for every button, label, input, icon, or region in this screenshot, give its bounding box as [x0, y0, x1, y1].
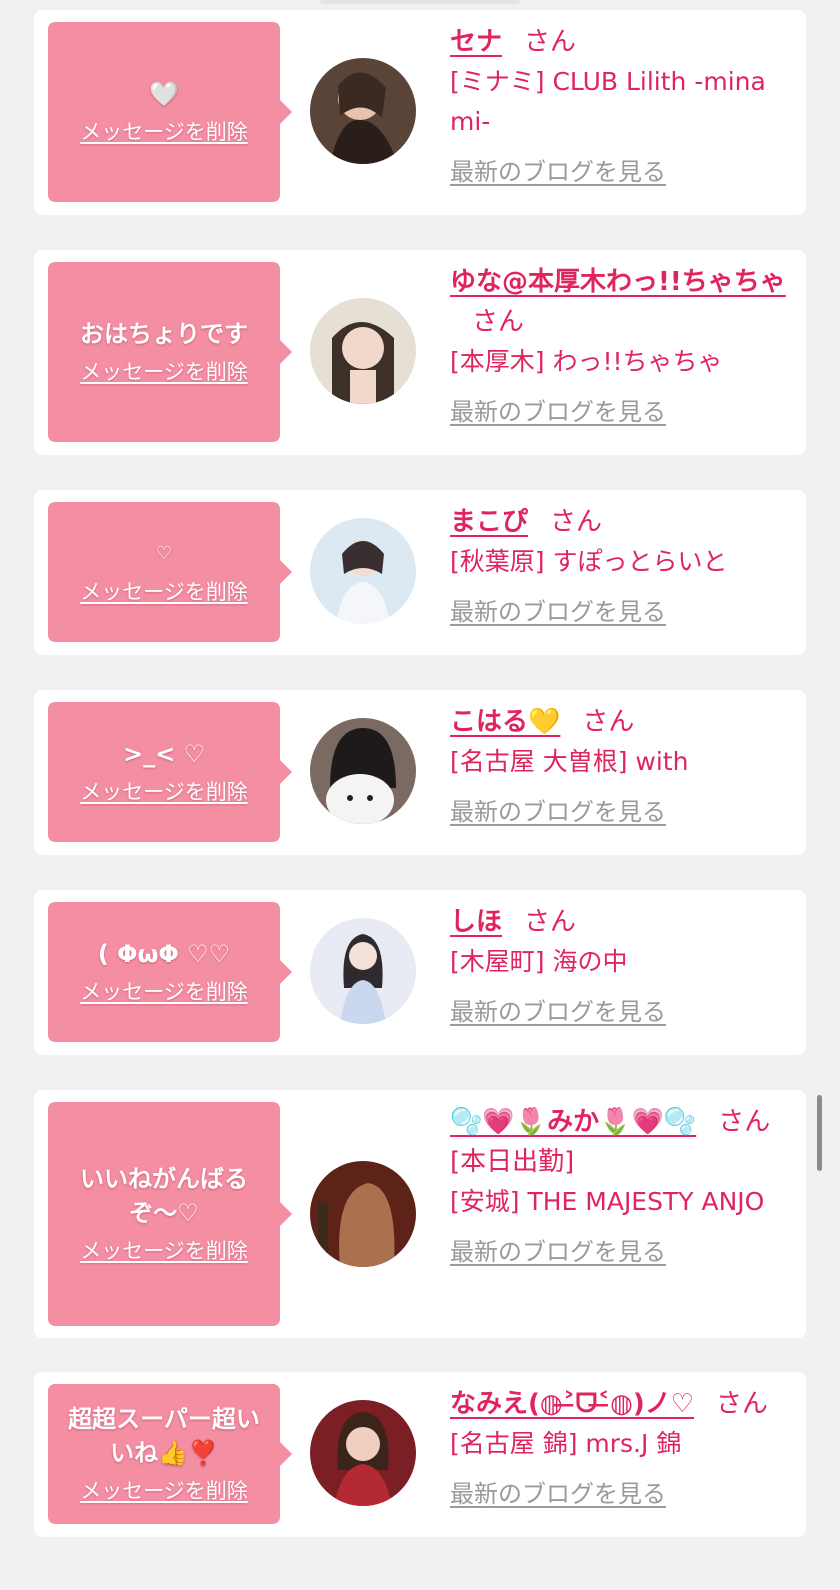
- delete-message-link[interactable]: メッセージを削除: [80, 357, 248, 387]
- scrollbar[interactable]: [817, 1095, 822, 1171]
- message-bubble: ( ΦωΦ ♡♡ メッセージを削除: [48, 902, 292, 1042]
- list-item: >_< ♡ メッセージを削除 こはる💛 さん [名古屋 大曽根] with 最新の…: [34, 690, 806, 855]
- latest-blog-link[interactable]: 最新のブログを見る: [450, 996, 666, 1028]
- honorific-label: さん: [718, 1107, 771, 1137]
- avatar[interactable]: [310, 718, 416, 824]
- list-item: ( ΦωΦ ♡♡ メッセージを削除 しほ さん [木屋町] 海の中 最新のブログを…: [34, 890, 806, 1055]
- shop-label: [ミナミ] CLUB Lilith -minami-: [450, 67, 766, 136]
- shop-label: [秋葉原] すぽっとらいと: [450, 547, 728, 576]
- honorific-label: さん: [472, 307, 525, 337]
- avatar[interactable]: [310, 1400, 416, 1506]
- message-bubble: ♡ メッセージを削除: [48, 502, 292, 642]
- message-bubble: 🤍 メッセージを削除: [48, 22, 292, 202]
- avatar[interactable]: [310, 918, 416, 1024]
- honorific-label: さん: [524, 907, 577, 937]
- top-edge: [320, 0, 520, 4]
- latest-blog-link[interactable]: 最新のブログを見る: [450, 156, 666, 188]
- honorific-label: さん: [550, 507, 603, 537]
- user-name-link[interactable]: 🫧💗🌷みか🌷💗🫧: [450, 1107, 696, 1137]
- latest-blog-link[interactable]: 最新のブログを見る: [450, 596, 666, 628]
- avatar[interactable]: [310, 518, 416, 624]
- list-item: 超超スーパー超いいね👍❣️ メッセージを削除 なみえ(◍˃̶ᗜ˂̶◍)ノ♡ さん …: [34, 1372, 806, 1537]
- message-text: >_< ♡: [122, 740, 206, 768]
- list-item: いいねがんばるぞ〜♡ メッセージを削除 🫧💗🌷みか🌷💗🫧 さん [本日出勤] [安城…: [34, 1090, 806, 1338]
- honorific-label: さん: [716, 1389, 769, 1419]
- latest-blog-link[interactable]: 最新のブログを見る: [450, 1478, 666, 1510]
- latest-blog-link[interactable]: 最新のブログを見る: [450, 796, 666, 828]
- avatar[interactable]: [310, 58, 416, 164]
- user-name-link[interactable]: こはる💛: [450, 707, 560, 737]
- shop-label: [安城] THE MAJESTY ANJO: [450, 1187, 765, 1216]
- avatar[interactable]: [310, 1161, 416, 1267]
- message-bubble: いいねがんばるぞ〜♡ メッセージを削除: [48, 1102, 292, 1326]
- message-text: 超超スーパー超いいね👍❣️: [68, 1405, 260, 1467]
- latest-blog-link[interactable]: 最新のブログを見る: [450, 1236, 666, 1268]
- user-name-link[interactable]: なみえ(◍˃̶ᗜ˂̶◍)ノ♡: [450, 1389, 694, 1419]
- shop-label: [名古屋 錦] mrs.J 錦: [450, 1429, 682, 1458]
- shop-label: [木屋町] 海の中: [450, 947, 628, 976]
- message-text: ♡: [155, 543, 173, 564]
- delete-message-link[interactable]: メッセージを削除: [80, 577, 248, 607]
- user-name-link[interactable]: まこぴ: [450, 507, 528, 537]
- user-name-link[interactable]: セナ: [450, 27, 502, 57]
- honorific-label: さん: [524, 27, 577, 57]
- avatar[interactable]: [310, 298, 416, 404]
- user-name-link[interactable]: ゆな@本厚木わっ!!ちゃちゃ: [450, 267, 786, 297]
- list-item: ♡ メッセージを削除 まこぴ さん [秋葉原] すぽっとらいと 最新のブログを見る: [34, 490, 806, 655]
- list-item: おはちょりです メッセージを削除 ゆな@本厚木わっ!!ちゃちゃさん [本厚木] …: [34, 250, 806, 455]
- honorific-label: さん: [582, 707, 635, 737]
- delete-message-link[interactable]: メッセージを削除: [80, 777, 248, 807]
- message-text: ( ΦωΦ ♡♡: [97, 940, 231, 968]
- message-text: いいねがんばるぞ〜♡: [80, 1165, 248, 1227]
- message-text: おはちょりです: [80, 320, 248, 348]
- delete-message-link[interactable]: メッセージを削除: [80, 1476, 248, 1506]
- message-bubble: 超超スーパー超いいね👍❣️ メッセージを削除: [48, 1384, 292, 1524]
- message-text: 🤍: [149, 80, 179, 108]
- list-item: 🤍 メッセージを削除 セナ さん [ミナミ] CLUB Lilith -minam…: [34, 10, 806, 215]
- latest-blog-link[interactable]: 最新のブログを見る: [450, 396, 666, 428]
- message-bubble: >_< ♡ メッセージを削除: [48, 702, 292, 842]
- shop-label: [本厚木] わっ!!ちゃちゃ: [450, 347, 723, 376]
- status-label: [本日出勤]: [450, 1147, 575, 1177]
- delete-message-link[interactable]: メッセージを削除: [80, 117, 248, 147]
- message-bubble: おはちょりです メッセージを削除: [48, 262, 292, 442]
- delete-message-link[interactable]: メッセージを削除: [80, 977, 248, 1007]
- shop-label: [名古屋 大曽根] with: [450, 747, 689, 776]
- user-name-link[interactable]: しほ: [450, 907, 502, 937]
- delete-message-link[interactable]: メッセージを削除: [80, 1236, 248, 1266]
